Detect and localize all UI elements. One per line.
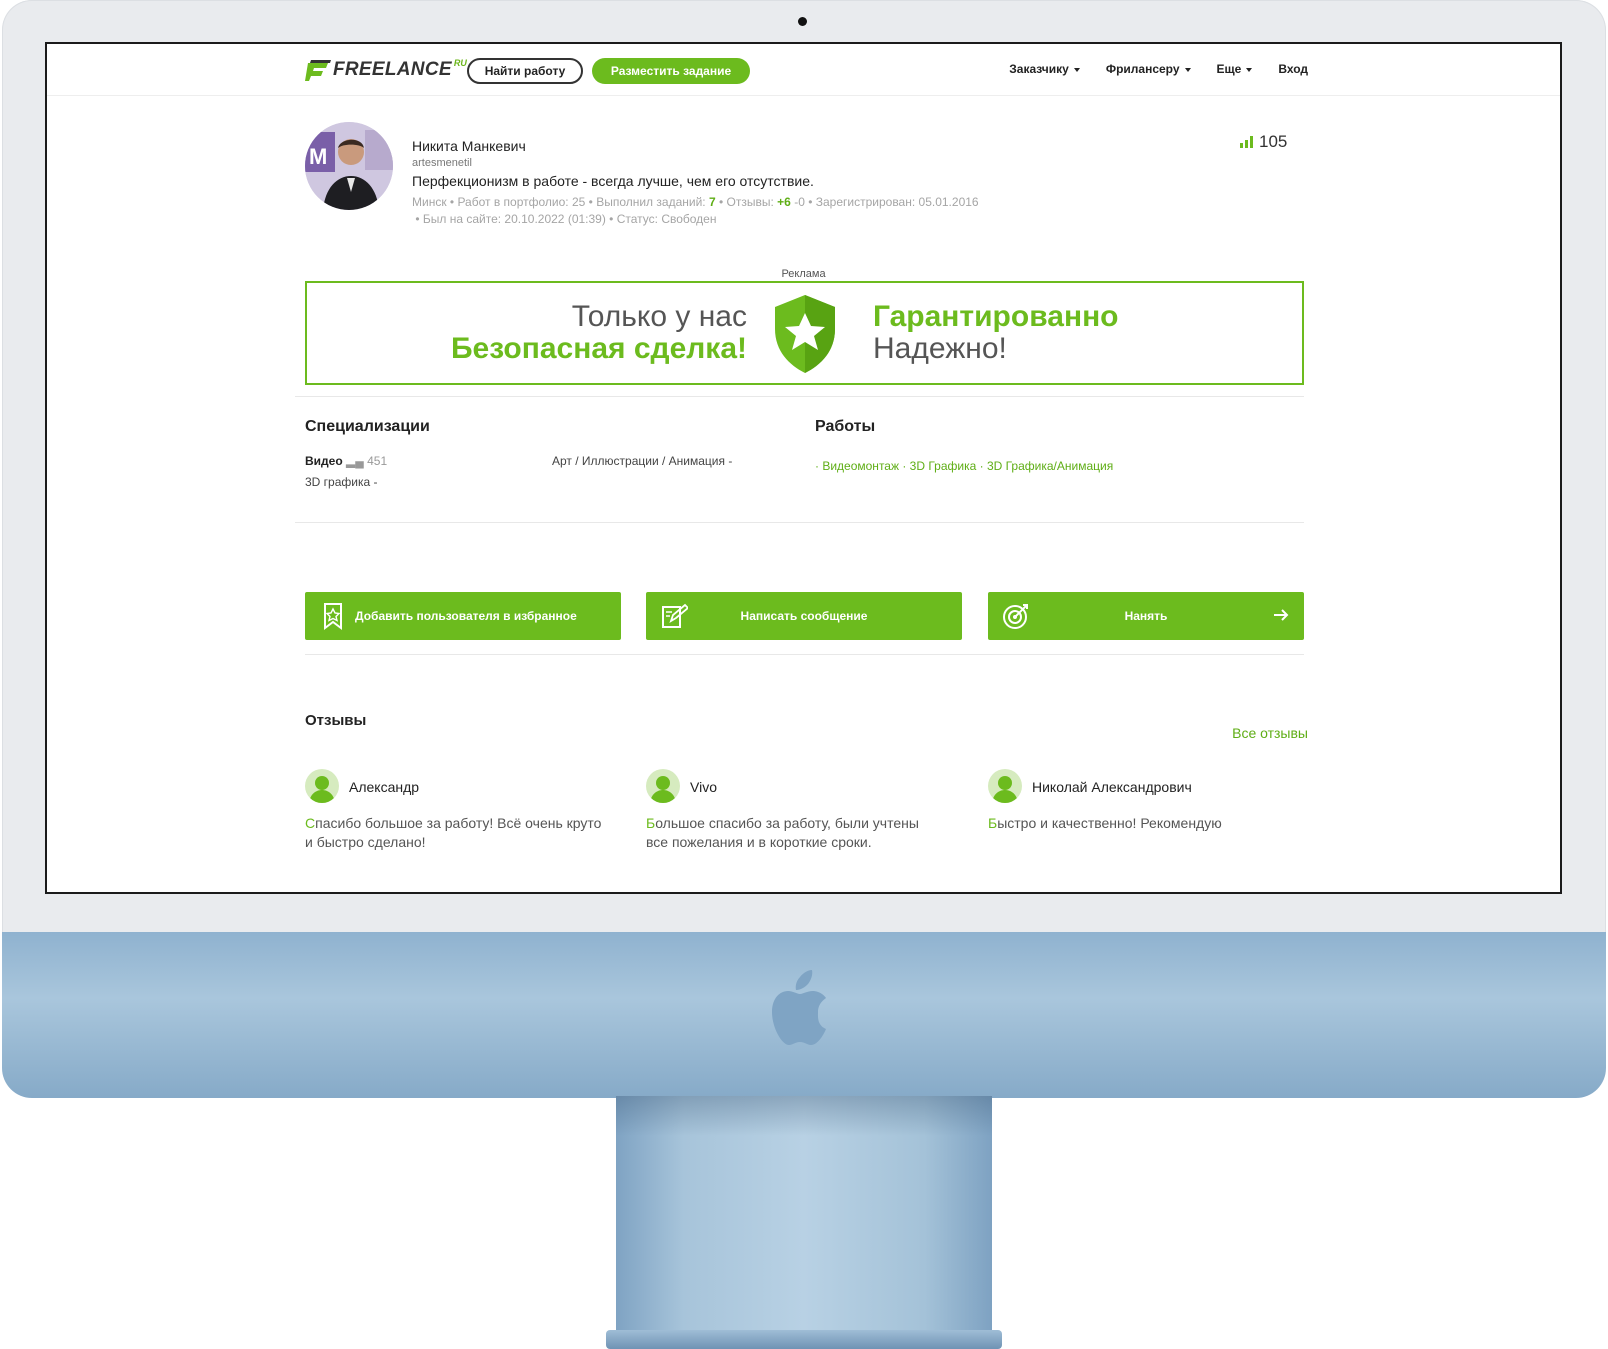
- specializations-title: Специализации: [305, 418, 430, 435]
- rating-value: 105: [1259, 132, 1288, 151]
- profile-meta: Минск • Работ в портфолио: 25 • Выполнил…: [412, 195, 979, 226]
- nav-login[interactable]: Вход: [1278, 62, 1308, 76]
- bookmark-star-icon: [324, 603, 342, 630]
- review-author[interactable]: Vivo: [690, 779, 717, 795]
- main-nav: Заказчику Фрилансеру Еще Вход: [1009, 62, 1308, 76]
- user-icon: [650, 776, 676, 803]
- profile-reviews-positive[interactable]: +6: [777, 195, 791, 209]
- post-task-button[interactable]: Разместить задание: [592, 58, 750, 84]
- profile-portfolio[interactable]: Работ в портфолио: 25: [457, 195, 585, 209]
- profile-name: Никита Манкевич: [412, 138, 526, 154]
- profile-reviews-label: Отзывы:: [726, 195, 774, 209]
- nav-freelancer[interactable]: Фрилансеру: [1106, 62, 1191, 76]
- site-logo[interactable]: FREELANCE RU: [305, 58, 467, 82]
- profile-login: artesmenetil: [412, 157, 472, 169]
- profile-city: Минск: [412, 195, 447, 209]
- ad-label: Реклама: [781, 268, 826, 280]
- edit-note-icon: [662, 603, 688, 628]
- review-avatar: [646, 769, 680, 803]
- spec-count: 451: [367, 454, 388, 468]
- spec-item-video[interactable]: Видео ▂▄ 451: [305, 454, 387, 468]
- divider: [305, 654, 1304, 655]
- add-favorite-button[interactable]: Добавить пользователя в избранное: [305, 592, 621, 640]
- arrow-right-icon: [1274, 609, 1289, 621]
- target-icon: [1003, 604, 1028, 629]
- shield-star-icon: [775, 295, 835, 373]
- logo-text: FREELANCE: [333, 59, 452, 80]
- profile-completed-value: 7: [708, 195, 716, 209]
- review-text: Быстро и качественно! Рекомендую: [988, 815, 1222, 831]
- logo-suffix: RU: [453, 58, 467, 68]
- hire-button[interactable]: Нанять: [988, 592, 1304, 640]
- nav-client[interactable]: Заказчику: [1009, 62, 1080, 76]
- works-title: Работы: [815, 418, 876, 435]
- screen: FREELANCE RU Найти работу Разместить зад…: [45, 42, 1562, 894]
- ad-left-line2: Безопасная сделка!: [450, 332, 747, 365]
- hire-label: Нанять: [1124, 609, 1168, 623]
- divider: [295, 396, 1304, 397]
- profile-status: Статус: Свободен: [616, 212, 717, 226]
- user-icon: [309, 776, 335, 803]
- spec-item-3d[interactable]: 3D графика -: [305, 475, 378, 489]
- profile-reviews-negative[interactable]: -0: [794, 195, 805, 209]
- review-text: Большое спасибо за работу, были учтены в…: [646, 815, 919, 850]
- camera-icon: [798, 17, 807, 26]
- review-author[interactable]: Александр: [349, 779, 419, 795]
- send-message-label: Написать сообщение: [740, 609, 868, 623]
- works-tags[interactable]: · Видеомонтаж · 3D Графика · 3D Графика/…: [815, 459, 1113, 473]
- profile-completed-label: Выполнил заданий:: [596, 195, 706, 209]
- site-header: FREELANCE RU Найти работу Разместить зад…: [47, 44, 1560, 96]
- user-icon: [992, 776, 1018, 803]
- divider: [295, 522, 1304, 523]
- review-avatar: [988, 769, 1022, 803]
- bar-chart-icon: ▂▄: [346, 454, 364, 468]
- review-text: Спасибо большое за работу! Всё очень кру…: [305, 815, 602, 850]
- all-reviews-link[interactable]: Все отзывы: [1232, 725, 1308, 741]
- monitor-foot: [606, 1330, 1002, 1349]
- spec-item-art[interactable]: Арт / Иллюстрации / Анимация -: [552, 454, 732, 468]
- rating-bars-icon: [1240, 136, 1253, 148]
- ad-right-line2: Надежно!: [873, 332, 1007, 365]
- review-avatar: [305, 769, 339, 803]
- profile-registered: Зарегистрирован: 05.01.2016: [815, 195, 979, 209]
- review-author[interactable]: Николай Александрович: [1032, 779, 1192, 795]
- profile-quote: Перфекционизм в работе - всегда лучше, ч…: [412, 173, 814, 189]
- nav-more[interactable]: Еще: [1217, 62, 1253, 76]
- svg-text:M: M: [309, 144, 327, 169]
- apple-logo-icon: [772, 970, 826, 1045]
- avatar[interactable]: M: [305, 122, 393, 210]
- profile-last-seen: Был на сайте: 20.10.2022 (01:39): [422, 212, 606, 226]
- imac-mockup: FREELANCE RU Найти работу Разместить зад…: [0, 0, 1608, 1349]
- freelance-logo-icon: [305, 60, 331, 81]
- ad-banner[interactable]: Только у нас Безопасная сделка! Гарантир…: [305, 281, 1304, 385]
- add-favorite-label: Добавить пользователя в избранное: [355, 609, 577, 623]
- user-photo: M: [305, 122, 393, 210]
- reviews-title: Отзывы: [305, 712, 367, 729]
- ad-left-line1: Только у нас: [571, 300, 747, 333]
- send-message-button[interactable]: Написать сообщение: [646, 592, 962, 640]
- profile-rating: 105: [1240, 132, 1287, 152]
- find-work-button[interactable]: Найти работу: [467, 58, 583, 84]
- ad-right-line1: Гарантированно: [873, 300, 1119, 333]
